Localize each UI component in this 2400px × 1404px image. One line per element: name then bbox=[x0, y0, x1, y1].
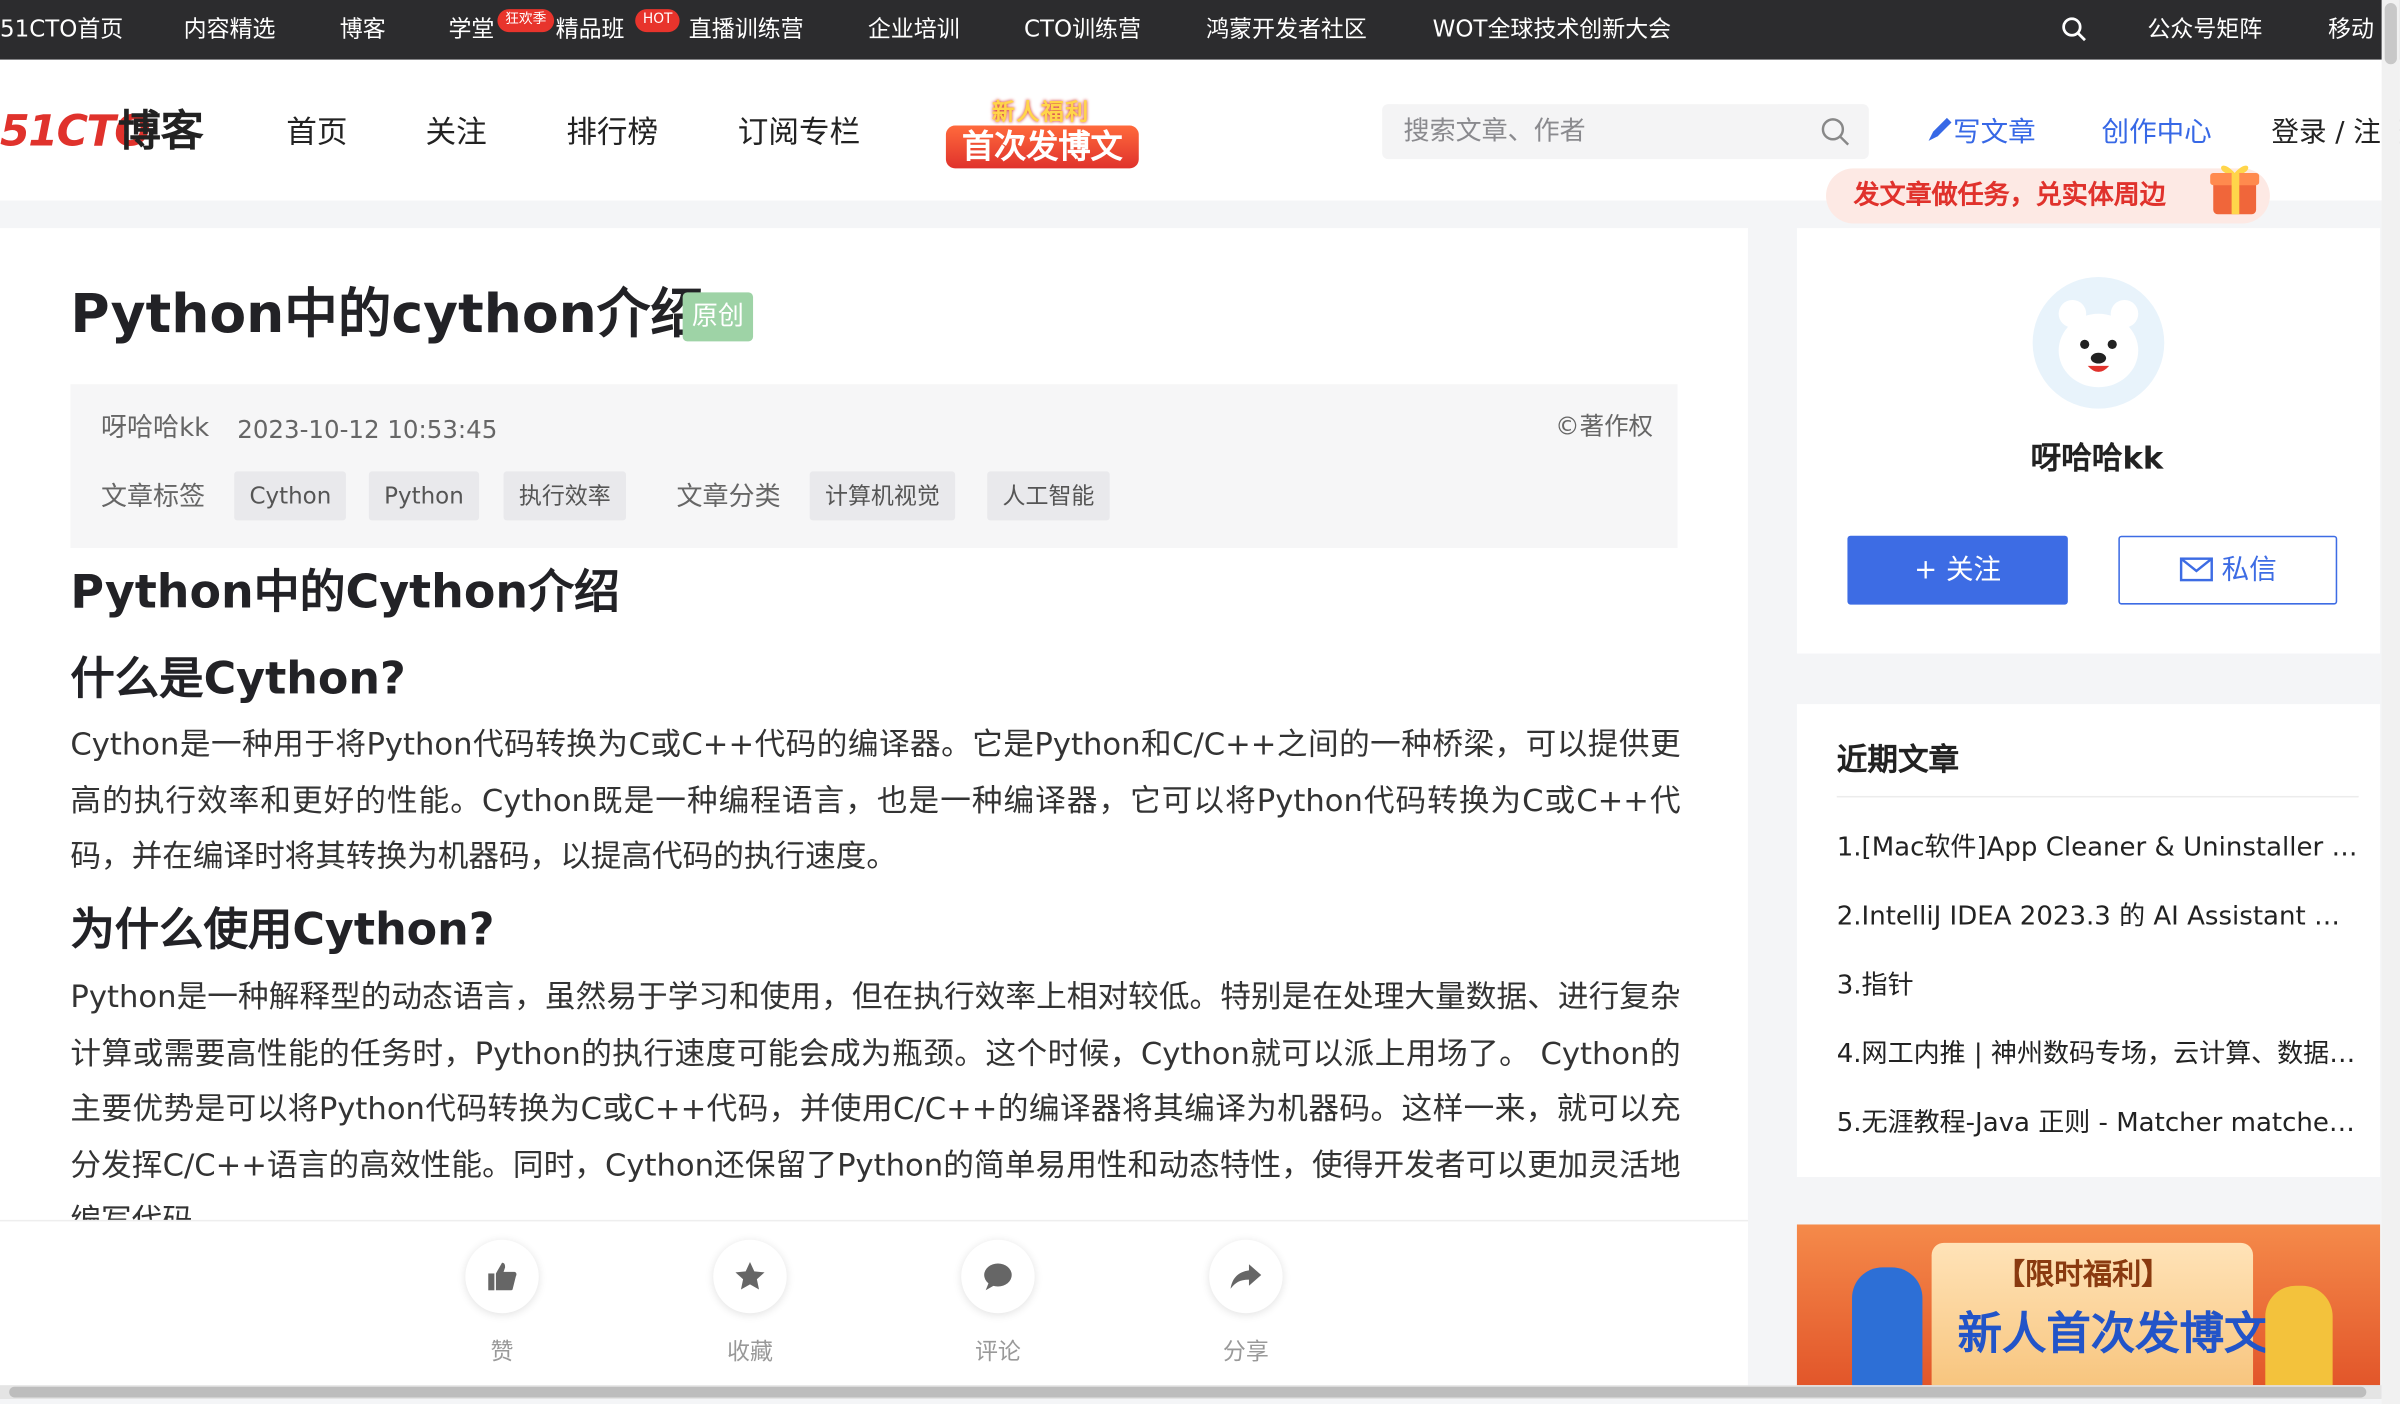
article-meta: 呀哈哈kk 2023-10-12 10:53:45 ©著作权 文章标签 Cyth… bbox=[70, 384, 1678, 548]
ad-line-2: 新人首次发博文 bbox=[1957, 1307, 2269, 1360]
search-input[interactable] bbox=[1382, 104, 1796, 160]
category-computer-vision[interactable]: 计算机视觉 bbox=[809, 471, 956, 521]
horizontal-scrollbar[interactable] bbox=[0, 1385, 2382, 1399]
recent-article-item[interactable]: 1.[Mac软件]App Cleaner & Uninstaller 8.2.5… bbox=[1837, 830, 2360, 867]
recent-article-item[interactable]: 3.指针 bbox=[1837, 967, 2360, 1004]
newbie-promo-banner[interactable]: 新人福利 首次发博文 bbox=[945, 95, 1139, 172]
top-link-wot-conference[interactable]: WOT全球技术创新大会 bbox=[1433, 0, 1671, 60]
hot-badge: HOT bbox=[635, 9, 681, 33]
pen-icon bbox=[1928, 117, 1952, 141]
top-link-academy[interactable]: 学堂 bbox=[448, 0, 494, 60]
top-link-enterprise-training[interactable]: 企业培训 bbox=[868, 0, 960, 60]
top-link-cto-camp[interactable]: CTO训练营 bbox=[1024, 0, 1141, 60]
recent-articles-card: 近期文章 1.[Mac软件]App Cleaner & Uninstaller … bbox=[1796, 704, 2381, 1178]
logo-blog[interactable]: 博客 bbox=[118, 106, 204, 158]
article-title: Python中的cython介绍 bbox=[70, 284, 704, 346]
like-label: 赞 bbox=[490, 1337, 514, 1366]
favorite-label: 收藏 bbox=[727, 1337, 773, 1366]
follow-button[interactable]: + 关注 bbox=[1847, 535, 2068, 605]
private-message-button[interactable]: 私信 bbox=[2118, 535, 2338, 605]
article-action-bar: 赞 收藏 评论 分享 bbox=[0, 1219, 1748, 1392]
nav-follow[interactable]: 关注 bbox=[426, 110, 487, 153]
write-article-label: 写文章 bbox=[1953, 116, 2036, 149]
thumbs-up-icon bbox=[488, 1262, 517, 1291]
copyright-label: ©著作权 bbox=[1555, 411, 1654, 441]
ad-line-1: 【限时福利】 bbox=[1995, 1258, 2171, 1292]
vertical-scroll-thumb[interactable] bbox=[2384, 3, 2397, 65]
tags-label: 文章标签 bbox=[101, 482, 206, 513]
top-link-mobile[interactable]: 移动 bbox=[2328, 0, 2374, 60]
comment-button[interactable]: 评论 bbox=[961, 1239, 1035, 1367]
mail-icon bbox=[2179, 557, 2213, 582]
category-ai[interactable]: 人工智能 bbox=[987, 471, 1110, 521]
top-link-blog[interactable]: 博客 bbox=[340, 0, 386, 60]
top-link-harmony-community[interactable]: 鸿蒙开发者社区 bbox=[1206, 0, 1367, 60]
search-icon[interactable] bbox=[2060, 15, 2088, 43]
ad-figure-right bbox=[2265, 1285, 2333, 1386]
tag-efficiency[interactable]: 执行效率 bbox=[503, 471, 627, 521]
favorite-button[interactable]: 收藏 bbox=[713, 1239, 787, 1367]
avatar[interactable] bbox=[2032, 277, 2165, 409]
author-profile-card: 呀哈哈kk + 关注 私信 bbox=[1796, 228, 2381, 654]
recent-article-item[interactable]: 2.IntelliJ IDEA 2023.3 的 AI Assistant 终于… bbox=[1837, 898, 2360, 935]
top-link-51cto-home[interactable]: 51CTO首页 bbox=[0, 0, 123, 60]
vertical-scrollbar[interactable] bbox=[2381, 0, 2400, 1404]
ad-figure-left bbox=[1852, 1267, 1923, 1386]
section-heading-what: 什么是Cython? bbox=[70, 652, 406, 705]
article-panel: Python中的cython介绍 原创 呀哈哈kk 2023-10-12 10:… bbox=[0, 228, 1748, 1239]
nav-ranking[interactable]: 排行榜 bbox=[566, 110, 658, 153]
promo-main-text: 首次发博文 bbox=[945, 125, 1139, 169]
creator-center-link[interactable]: 创作中心 bbox=[2102, 115, 2212, 152]
tag-cython[interactable]: Cython bbox=[234, 471, 347, 521]
nav-subscriptions[interactable]: 订阅专栏 bbox=[738, 110, 860, 153]
newbie-ad-banner[interactable]: 【限时福利】 新人首次发博文 bbox=[1796, 1224, 2381, 1386]
like-button[interactable]: 赞 bbox=[465, 1239, 539, 1367]
top-link-featured[interactable]: 内容精选 bbox=[184, 0, 276, 60]
promo-top-text: 新人福利 bbox=[991, 97, 1090, 126]
top-link-premium-class[interactable]: 精品班 bbox=[556, 0, 625, 60]
horizontal-scroll-thumb[interactable] bbox=[9, 1386, 2367, 1398]
page: 51CTO首页 内容精选 博客 学堂 狂欢季 精品班 HOT 直播训练营 企业培… bbox=[0, 0, 2400, 1404]
share-label: 分享 bbox=[1222, 1337, 1269, 1366]
top-bar: 51CTO首页 内容精选 博客 学堂 狂欢季 精品班 HOT 直播训练营 企业培… bbox=[0, 0, 2400, 60]
share-icon bbox=[1230, 1264, 1262, 1289]
original-badge: 原创 bbox=[682, 292, 754, 342]
paragraph-what: Cython是一种用于将Python代码转换为C或C++代码的编译器。它是Pyt… bbox=[70, 725, 1681, 875]
section-heading-why: 为什么使用Cython? bbox=[70, 903, 495, 956]
recent-article-item[interactable]: 5.无涯教程-Java 正则 - Matcher matches()方法 bbox=[1837, 1105, 2360, 1142]
paragraph-why: Python是一种解释型的动态语言，虽然易于学习和使用，但在执行效率上相对较低。… bbox=[70, 978, 1681, 1238]
author-link[interactable]: 呀哈哈kk bbox=[101, 410, 209, 447]
search-icon[interactable] bbox=[1820, 116, 1851, 147]
private-message-label: 私信 bbox=[2221, 554, 2277, 587]
publish-date: 2023-10-12 10:53:45 bbox=[237, 414, 498, 444]
tag-python[interactable]: Python bbox=[368, 471, 480, 521]
task-tip-text: 发文章做任务，兑实体周边 bbox=[1853, 180, 2166, 212]
star-icon bbox=[735, 1261, 765, 1290]
category-label: 文章分类 bbox=[676, 482, 781, 513]
comment-icon bbox=[984, 1263, 1012, 1291]
recent-article-item[interactable]: 4.网工内推 | 神州数码专场，云计算、数据中心 bbox=[1837, 1036, 2360, 1073]
write-article-button[interactable]: 写文章 bbox=[1925, 115, 2036, 152]
comment-label: 评论 bbox=[974, 1337, 1021, 1366]
share-button[interactable]: 分享 bbox=[1209, 1239, 1283, 1367]
divider bbox=[1836, 795, 2359, 798]
bear-avatar-icon bbox=[2058, 299, 2139, 388]
recent-articles-title: 近期文章 bbox=[1836, 740, 1960, 778]
gift-icon bbox=[2210, 165, 2260, 215]
top-link-official-accounts[interactable]: 公众号矩阵 bbox=[2147, 0, 2262, 60]
carnival-badge: 狂欢季 bbox=[497, 9, 555, 33]
main-nav: 51CTO 博客 首页 关注 排行榜 订阅专栏 新人福利 首次发博文 写文章 创… bbox=[0, 59, 2400, 224]
article-heading: Python中的Cython介绍 bbox=[70, 566, 620, 620]
top-link-live-camp[interactable]: 直播训练营 bbox=[689, 0, 804, 60]
nav-home[interactable]: 首页 bbox=[286, 110, 347, 153]
author-name[interactable]: 呀哈哈kk bbox=[1797, 436, 2397, 479]
search-box bbox=[1382, 104, 1869, 160]
